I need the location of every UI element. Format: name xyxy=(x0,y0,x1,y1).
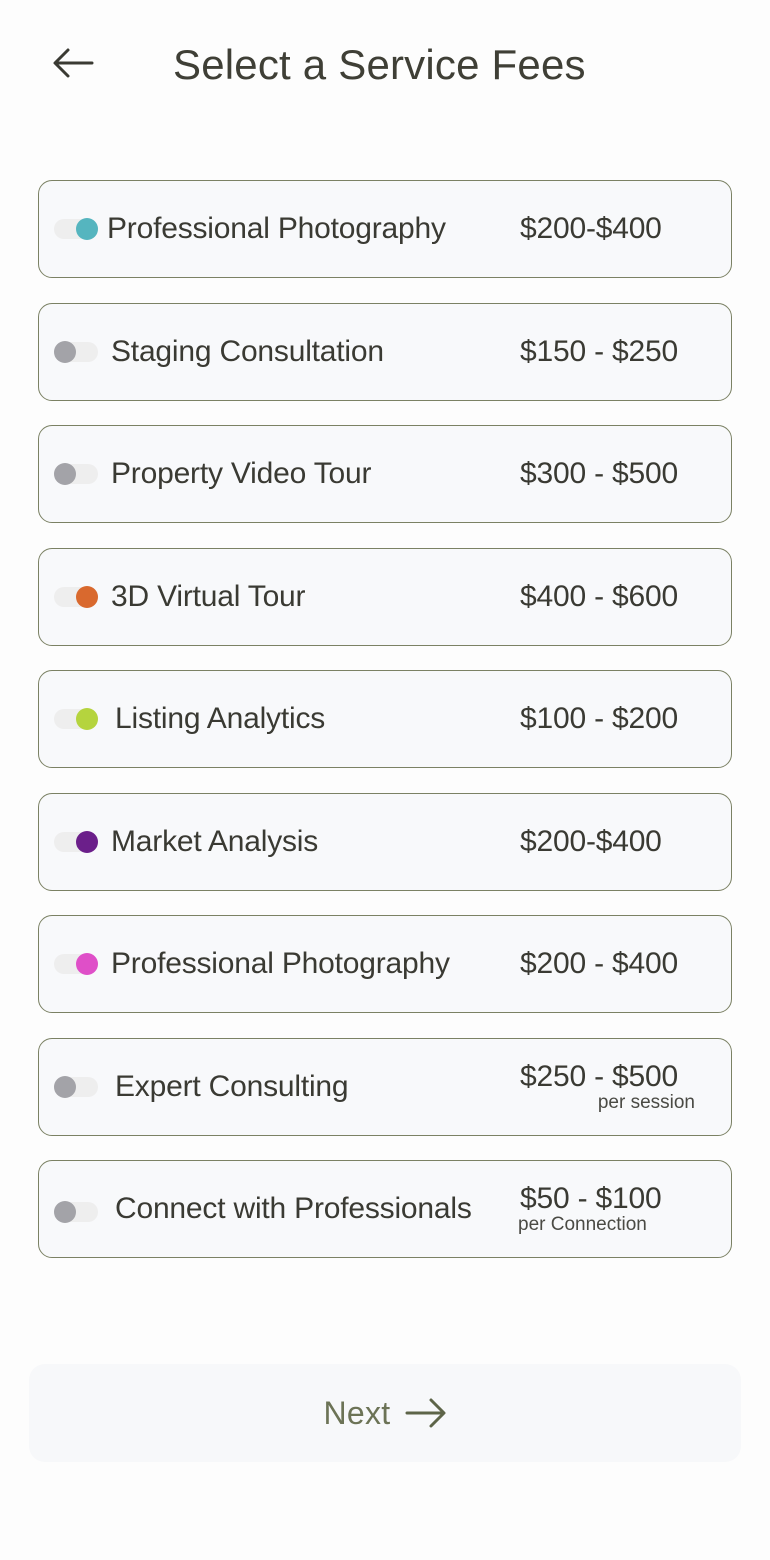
next-button-label: Next xyxy=(323,1394,391,1431)
price-block: $300 - $500 xyxy=(520,457,695,491)
service-toggle[interactable] xyxy=(54,1201,98,1223)
toggle-knob xyxy=(76,953,98,975)
service-toggle[interactable] xyxy=(54,1075,98,1098)
service-price: $50 - $100 xyxy=(520,1182,662,1215)
price-unit: per Connection xyxy=(518,1214,647,1235)
service-name: Property Video Tour xyxy=(111,457,372,490)
toggle-knob xyxy=(54,463,76,485)
service-card-professional-photography[interactable]: Professional Photography $200-$400 xyxy=(38,180,732,278)
service-toggle[interactable] xyxy=(54,218,98,240)
price-block: $200-$400 xyxy=(520,212,695,246)
service-toggle[interactable] xyxy=(54,830,98,853)
service-card-expert-consulting[interactable]: Expert Consulting $250 - $500 per sessio… xyxy=(38,1037,732,1136)
arrow-left-icon xyxy=(53,48,94,78)
service-card-property-video-tour[interactable]: Property Video Tour $300 - $500 xyxy=(38,425,732,523)
service-card-connect-with-professionals[interactable]: Connect with Professionals $50 - $100 pe… xyxy=(38,1160,732,1258)
service-price: $200-$400 xyxy=(520,212,662,245)
service-price: $150 - $250 xyxy=(520,334,678,368)
price-block: $150 - $250 xyxy=(520,335,695,369)
service-card-professional-photography-2[interactable]: Professional Photography $200 - $400 xyxy=(38,915,732,1013)
service-name: Staging Consultation xyxy=(111,334,384,368)
toggle-knob xyxy=(76,585,98,608)
service-name: Listing Analytics xyxy=(115,702,326,735)
price-block: $100 - $200 xyxy=(520,702,695,736)
price-block: $200-$400 xyxy=(520,825,695,859)
service-price: $300 - $500 xyxy=(520,457,678,490)
service-name: Market Analysis xyxy=(111,824,319,858)
service-toggle[interactable] xyxy=(54,585,98,608)
service-price: $400 - $600 xyxy=(520,579,678,613)
toggle-knob xyxy=(76,830,98,853)
service-price: $250 - $500 xyxy=(520,1059,678,1093)
service-name: Expert Consulting xyxy=(115,1069,349,1103)
service-price: $200-$400 xyxy=(520,824,662,858)
page-title: Select a Service Fees xyxy=(173,41,586,88)
service-name: Professional Photography xyxy=(111,947,450,980)
service-list: Professional Photography $200-$400 Stagi… xyxy=(38,180,732,1283)
service-price: $100 - $200 xyxy=(520,702,678,735)
toggle-knob xyxy=(54,340,76,363)
price-block: $250 - $500 per session xyxy=(520,1060,695,1114)
price-block: $50 - $100 per Connection xyxy=(518,1182,695,1236)
service-toggle[interactable] xyxy=(54,463,98,485)
toggle-knob xyxy=(54,1075,76,1098)
service-price: $200 - $400 xyxy=(520,947,678,980)
price-block: $400 - $600 xyxy=(520,580,695,614)
header: Select a Service Fees xyxy=(0,0,770,130)
arrow-right-icon xyxy=(405,1397,447,1429)
toggle-knob xyxy=(76,708,98,730)
service-card-market-analysis[interactable]: Market Analysis $200-$400 xyxy=(38,792,732,891)
back-button[interactable] xyxy=(48,40,98,86)
price-unit: per session xyxy=(597,1091,695,1113)
service-card-3d-virtual-tour[interactable]: 3D Virtual Tour $400 - $600 xyxy=(38,547,732,646)
toggle-knob xyxy=(76,218,98,240)
price-block: $200 - $400 xyxy=(520,947,695,981)
service-card-listing-analytics[interactable]: Listing Analytics $100 - $200 xyxy=(38,670,732,768)
next-button[interactable]: Next xyxy=(29,1364,741,1462)
service-toggle[interactable] xyxy=(54,340,98,363)
service-card-staging-consultation[interactable]: Staging Consultation $150 - $250 xyxy=(38,302,732,401)
service-name: Connect with Professionals xyxy=(115,1192,472,1225)
service-name: 3D Virtual Tour xyxy=(111,579,306,613)
service-name: Professional Photography xyxy=(107,212,446,245)
service-toggle[interactable] xyxy=(54,953,98,975)
toggle-knob xyxy=(54,1201,76,1223)
service-toggle[interactable] xyxy=(54,708,98,730)
